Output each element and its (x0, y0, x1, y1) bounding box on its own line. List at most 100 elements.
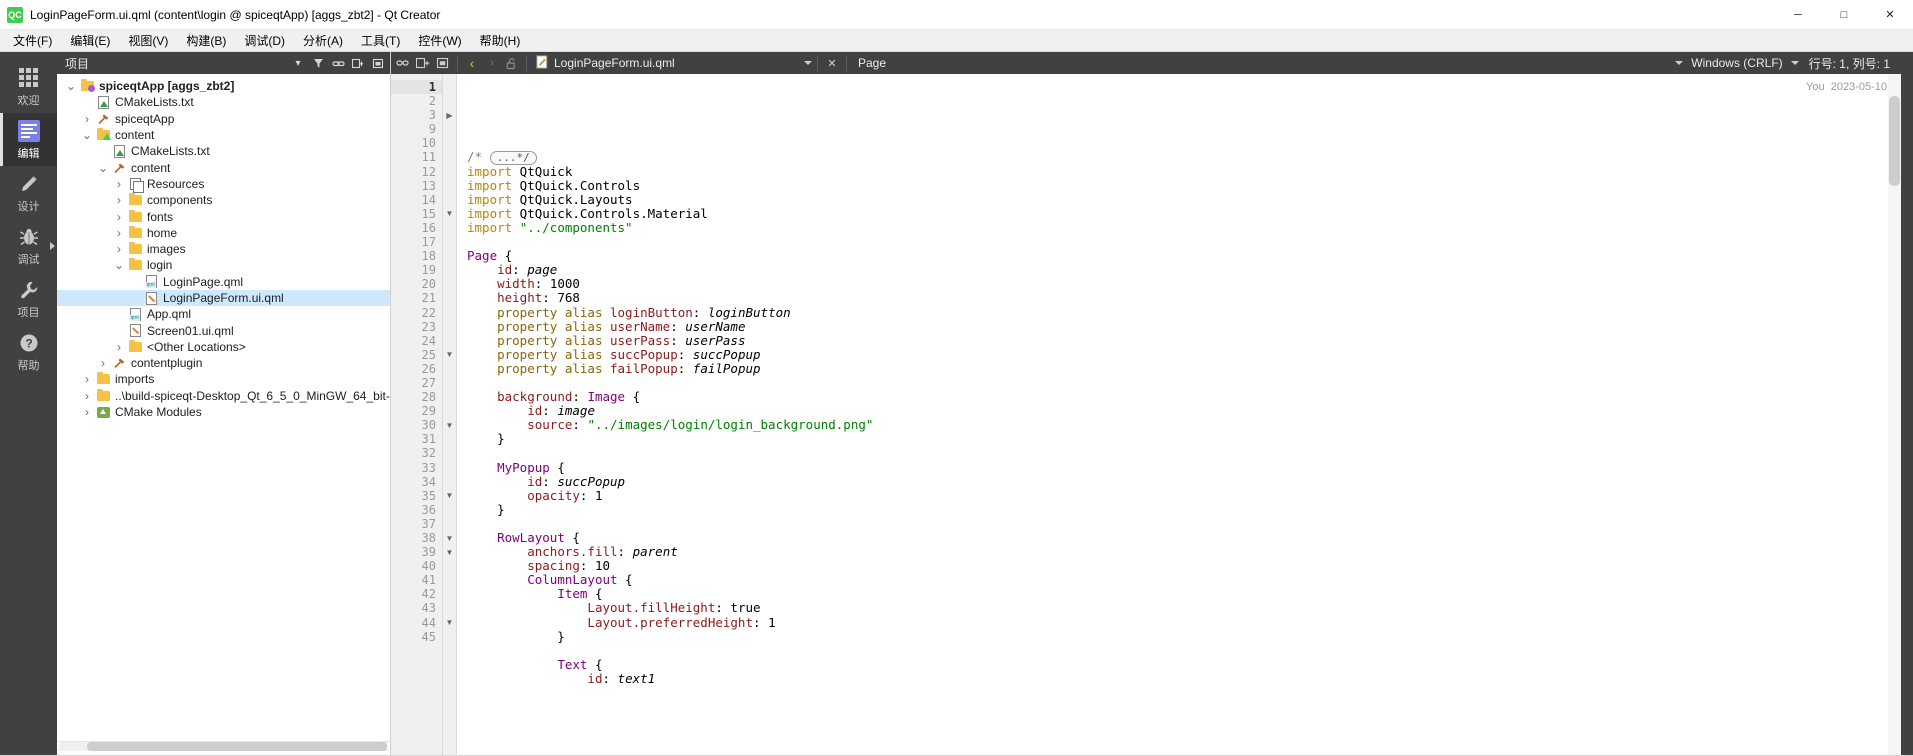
menu-item-3[interactable]: 构建(B) (177, 31, 235, 51)
fold-toggle-icon[interactable]: ▼ (443, 489, 456, 503)
menu-item-2[interactable]: 视图(V) (119, 31, 177, 51)
tree-item-7[interactable]: › components (57, 192, 390, 208)
tree-item-0[interactable]: ⌄ spiceqtApp [aggs_zbt2] (57, 78, 390, 94)
tree-item-14[interactable]: App.qml (57, 306, 390, 322)
tree-item-6[interactable]: › Resources (57, 176, 390, 193)
chevron-down-icon[interactable]: ⌄ (111, 259, 127, 271)
split-remove-icon[interactable] (434, 54, 452, 72)
tree-item-16[interactable]: › <Other Locations> (57, 339, 390, 355)
tree-item-19[interactable]: › ..\build-spiceqt-Desktop_Qt_6_5_0_MinGW… (57, 388, 390, 404)
chevron-down-icon[interactable]: ⌄ (63, 80, 79, 92)
filter-icon[interactable] (310, 55, 326, 71)
tree-item-10[interactable]: › images (57, 241, 390, 257)
fold-toggle-icon[interactable]: ▼ (443, 207, 456, 221)
chevron-right-icon[interactable] (50, 241, 55, 250)
code-token: "../components" (519, 219, 633, 235)
tree-item-1[interactable]: CMakeLists.txt (57, 94, 390, 110)
chevron-down-icon[interactable]: ▾ (290, 55, 306, 71)
fold-indicator-column[interactable]: ▶ ▼ ▼ ▼ ▼ ▼ ▼ ▼ (443, 74, 457, 755)
maximize-button[interactable]: □ (1821, 0, 1867, 30)
mode-button-1[interactable]: 编辑 (0, 113, 57, 166)
tree-item-4[interactable]: CMakeLists.txt (57, 143, 390, 159)
code-line: property alias failPopup: failPopup (467, 361, 1901, 376)
fold-toggle-icon[interactable]: ▼ (443, 348, 456, 362)
line-number: 20 (421, 277, 436, 292)
chevron-right-icon[interactable]: › (111, 210, 127, 224)
menu-item-7[interactable]: 控件(W) (409, 31, 470, 51)
code-editor[interactable]: 1 2 3 9 10 11 12 13 14 15 16 17 18 19 20 21 22 23 24 25 26 27… (391, 74, 1901, 755)
code-line: } (467, 502, 1901, 517)
chevron-right-icon[interactable]: › (79, 112, 95, 126)
tree-item-3[interactable]: ⌄ content (57, 127, 390, 143)
tree-item-8[interactable]: › fonts (57, 208, 390, 224)
chevron-right-icon[interactable]: › (111, 177, 127, 191)
line-number: 29 (421, 404, 436, 419)
mode-button-2[interactable]: 设计 (0, 166, 57, 219)
chevron-right-icon[interactable]: › (95, 356, 111, 370)
menu-item-1[interactable]: 编辑(E) (61, 31, 119, 51)
menu-item-6[interactable]: 工具(T) (352, 31, 409, 51)
line-number: 30 (421, 418, 436, 433)
nav-forward-icon[interactable]: › (483, 54, 501, 72)
mode-button-0[interactable]: 欢迎 (0, 60, 57, 113)
symbol-chevron-down-icon[interactable] (1675, 61, 1684, 65)
menu-item-5[interactable]: 分析(A) (294, 31, 352, 51)
tree-item-18[interactable]: › imports (57, 371, 390, 387)
tree-item-12[interactable]: LoginPage.qml (57, 274, 390, 290)
split-add-icon[interactable] (350, 55, 366, 71)
chevron-down-icon[interactable]: ⌄ (95, 162, 111, 174)
chevron-right-icon[interactable]: › (111, 242, 127, 256)
line-number: 23 (421, 319, 436, 334)
mode-button-5[interactable]: ? 帮助 (0, 325, 57, 378)
chevron-right-icon[interactable]: › (79, 372, 95, 386)
tree-item-15[interactable]: Screen01.ui.qml (57, 322, 390, 338)
scrollbar-thumb[interactable] (1889, 96, 1900, 186)
project-tree-hscrollbar[interactable] (59, 742, 388, 751)
link-icon[interactable] (330, 55, 346, 71)
symbol-combo[interactable]: Page (852, 54, 1673, 72)
tree-item-5[interactable]: ⌄ content (57, 159, 390, 175)
open-file-combo[interactable]: LoginPageForm.ui.qml (532, 54, 802, 72)
line-number: 25 (421, 347, 436, 362)
menu-item-0[interactable]: 文件(F) (4, 31, 61, 51)
menu-item-4[interactable]: 调试(D) (235, 31, 294, 51)
tree-item-label: contentplugin (131, 356, 203, 371)
chevron-right-icon[interactable]: › (79, 389, 95, 403)
tree-item-2[interactable]: › spiceqtApp (57, 111, 390, 127)
tree-item-17[interactable]: › contentplugin (57, 355, 390, 371)
chevron-right-icon[interactable]: › (111, 340, 127, 354)
fold-toggle-icon[interactable]: ▼ (443, 531, 456, 545)
split-remove-icon[interactable] (370, 55, 386, 71)
chevron-right-icon[interactable]: › (79, 405, 95, 419)
minimize-button[interactable]: ─ (1775, 0, 1821, 30)
tree-item-13[interactable]: LoginPageForm.ui.qml (57, 289, 390, 307)
project-tree[interactable]: ⌄ spiceqtApp [aggs_zbt2] CMakeLists.txt › sp… (57, 74, 390, 741)
fold-placeholder (443, 306, 456, 320)
close-button[interactable]: ✕ (1867, 0, 1913, 30)
line-ending-chevron-down-icon[interactable] (1790, 61, 1799, 65)
menu-item-8[interactable]: 帮助(H) (471, 31, 530, 51)
fold-toggle-icon[interactable]: ▼ (443, 616, 456, 630)
fold-toggle-icon[interactable]: ▶ (443, 108, 456, 122)
mode-button-4[interactable]: 项目 (0, 272, 57, 325)
close-file-icon[interactable]: ✕ (823, 54, 841, 72)
tree-item-11[interactable]: ⌄ login (57, 257, 390, 273)
scrollbar-thumb[interactable] (87, 742, 387, 751)
chevron-right-icon[interactable]: › (111, 226, 127, 240)
mode-button-3[interactable]: 调试 (0, 219, 57, 272)
unlocked-icon[interactable] (503, 54, 521, 72)
tree-item-20[interactable]: › CMake Modules (57, 404, 390, 420)
split-add-icon[interactable] (414, 54, 432, 72)
chevron-down-icon[interactable] (804, 61, 812, 65)
chevron-down-icon[interactable]: ⌄ (79, 129, 95, 141)
editor-vscrollbar[interactable] (1888, 74, 1901, 755)
line-ending-combo[interactable]: Windows (CRLF) (1685, 56, 1788, 70)
chevron-right-icon[interactable]: › (111, 193, 127, 207)
nav-back-icon[interactable]: ‹ (463, 54, 481, 72)
code-text[interactable]: You 2023-05-10 /* ...*/import QtQuick imp… (457, 74, 1901, 755)
tree-item-9[interactable]: › home (57, 225, 390, 241)
fold-toggle-icon[interactable]: ▼ (443, 418, 456, 432)
split-horizontal-icon[interactable] (394, 54, 412, 72)
fold-toggle-icon[interactable]: ▼ (443, 545, 456, 559)
